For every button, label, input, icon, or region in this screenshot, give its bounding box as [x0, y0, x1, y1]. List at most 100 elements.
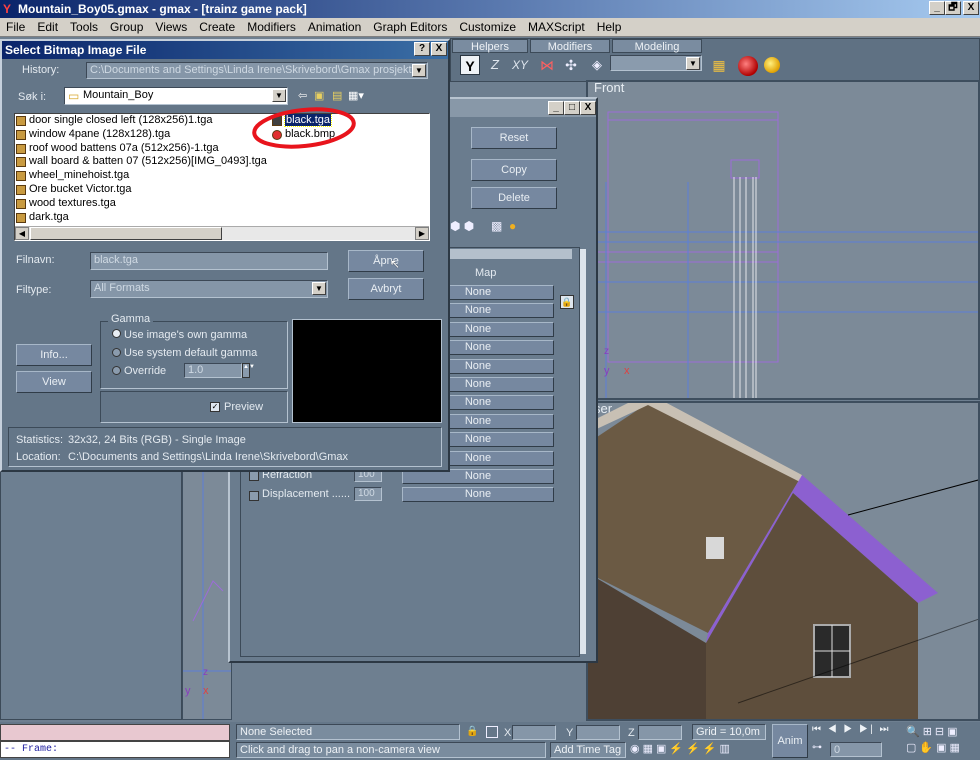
view-button[interactable]: View — [16, 371, 92, 393]
look-in-value: Mountain_Boy — [83, 89, 154, 101]
key-mode-icon[interactable]: ⊶ — [812, 742, 826, 756]
menu-maxscript[interactable]: MAXScript — [522, 18, 591, 35]
named-selection-dropdown[interactable]: ▼ — [610, 55, 702, 71]
menu-bar: File Edit Tools Group Views Create Modifiers An… — [0, 18, 980, 37]
maxscript-listener-pink[interactable] — [0, 724, 230, 741]
align-icon[interactable]: ✣ — [562, 56, 580, 74]
front-wireframe — [588, 111, 978, 398]
menu-views[interactable]: Views — [149, 18, 193, 35]
gamma-system-radio[interactable] — [112, 348, 121, 357]
file-item[interactable]: wall board & batten 07 (512x256)[IMG_049… — [15, 155, 271, 169]
front-viewport[interactable]: Front z y x — [586, 80, 980, 400]
gamma-override-radio[interactable] — [112, 366, 121, 375]
file-item[interactable]: Ore bucket Victor.tga — [15, 183, 271, 197]
file-name: dark.tga — [29, 210, 69, 223]
maxscript-listener-white[interactable]: -- Frame: — [0, 741, 230, 758]
paint-icon[interactable]: ◈ — [588, 56, 606, 74]
render-icon[interactable] — [764, 57, 780, 73]
delete-button[interactable]: Delete — [471, 187, 557, 209]
material-editor-icon[interactable] — [738, 56, 758, 76]
refraction-checkbox[interactable] — [249, 471, 259, 481]
current-frame-field[interactable]: 0 — [830, 742, 882, 757]
copy-button[interactable]: Copy — [471, 159, 557, 181]
left-viewport[interactable]: z y x — [182, 470, 232, 720]
file-name: wood textures.tga — [29, 196, 116, 209]
playback-controls[interactable]: ⏮ ◀ ▶ ▶| ⏭ — [812, 724, 908, 740]
axis-y-button[interactable]: Y — [460, 55, 480, 75]
menu-create[interactable]: Create — [193, 18, 241, 35]
add-time-tag[interactable]: Add Time Tag — [550, 742, 626, 758]
prompt-line: Click and drag to pan a non-camera view — [236, 742, 546, 758]
cancel-button[interactable]: Avbryt — [348, 278, 424, 300]
file-item[interactable]: door single closed left (128x256)1.tga — [15, 114, 271, 128]
axis-z-button[interactable]: Z — [485, 55, 505, 75]
new-folder-icon[interactable]: ▤ — [332, 89, 346, 103]
up-folder-icon[interactable]: ⇦ — [298, 89, 312, 103]
close-button[interactable]: X — [963, 1, 979, 15]
anim-button[interactable]: Anim — [772, 724, 808, 758]
gamma-override-input[interactable]: 1.0 — [184, 363, 242, 378]
x-coord-field[interactable] — [512, 725, 556, 740]
gamma-override-label: Override — [124, 365, 167, 377]
menu-tools[interactable]: Tools — [64, 18, 104, 35]
menu-edit[interactable]: Edit — [31, 18, 64, 35]
displacement-checkbox[interactable] — [249, 491, 259, 501]
file-list-hscrollbar[interactable]: ◀ ▶ — [15, 226, 429, 240]
mat-close-button[interactable]: X — [580, 101, 596, 115]
tab-helpers[interactable]: Helpers — [452, 39, 528, 53]
history-dropdown[interactable]: C:\Documents and Settings\Linda Irene\Sk… — [86, 62, 428, 79]
tab-modifiers[interactable]: Modifiers — [530, 39, 610, 53]
parent-folder-icon[interactable]: ▣ — [314, 89, 328, 103]
view-menu-icon[interactable]: ▦▾ — [348, 89, 370, 103]
user-viewport[interactable]: ser — [586, 401, 980, 721]
menu-help[interactable]: Help — [591, 18, 628, 35]
absolute-mode-icon[interactable] — [486, 726, 498, 738]
scroll-left-button[interactable]: ◀ — [15, 227, 29, 240]
z-coord-field[interactable] — [638, 725, 682, 740]
map-slot-button[interactable]: None — [402, 487, 554, 503]
menu-graph-editors[interactable]: Graph Editors — [367, 18, 453, 35]
snap-tool-icons[interactable]: ◉▦▣⚡⚡⚡▥ — [630, 742, 770, 758]
menu-file[interactable]: File — [0, 18, 31, 35]
menu-customize[interactable]: Customize — [453, 18, 522, 35]
filename-input[interactable]: black.tga — [90, 252, 328, 270]
select-bitmap-dialog: Select Bitmap Image File ? X History: C:… — [0, 39, 450, 472]
layers-icon[interactable]: ▦ — [710, 56, 728, 74]
gamma-own-radio[interactable] — [112, 329, 121, 338]
file-list[interactable]: door single closed left (128x256)1.tga wi… — [14, 113, 430, 241]
open-button[interactable]: Åpne — [348, 250, 424, 272]
menu-group[interactable]: Group — [104, 18, 149, 35]
scroll-thumb[interactable] — [30, 227, 222, 240]
mirror-icon[interactable]: ⋈ — [538, 56, 556, 74]
mat-min-button[interactable]: _ — [548, 101, 564, 115]
material-tool-icons[interactable]: ⬢ ⬢ ▩ ● — [450, 219, 560, 235]
axis-xy-button[interactable]: XY — [508, 55, 532, 75]
app-title: Mountain_Boy05.gmax - gmax - [trainz gam… — [18, 2, 307, 16]
menu-modifiers[interactable]: Modifiers — [241, 18, 302, 35]
selection-lock-icon[interactable]: 🔒 — [466, 726, 478, 738]
file-item[interactable]: roof wood battens 07a (512x256)-1.tga — [15, 142, 271, 156]
file-item[interactable]: wood textures.tga — [15, 197, 271, 211]
dialog-close-button[interactable]: X — [431, 42, 447, 56]
gamma-spinner[interactable]: ▲▼ — [242, 363, 255, 378]
file-item[interactable]: wheel_minehoist.tga — [15, 169, 271, 183]
minimize-button[interactable]: _ — [929, 1, 945, 15]
tab-modeling[interactable]: Modeling — [612, 39, 702, 53]
file-name: wheel_minehoist.tga — [29, 169, 130, 182]
file-item[interactable]: window 4pane (128x128).tga — [15, 128, 271, 142]
scroll-right-button[interactable]: ▶ — [415, 227, 429, 240]
dialog-help-button[interactable]: ? — [414, 42, 430, 56]
preview-checkbox[interactable]: ✓ — [210, 402, 220, 412]
lock-icon[interactable]: 🔒 — [560, 295, 574, 309]
reset-button[interactable]: Reset — [471, 127, 557, 149]
y-coord-field[interactable] — [576, 725, 620, 740]
info-button[interactable]: Info... — [16, 344, 92, 366]
displacement-amount[interactable]: 100 — [354, 487, 382, 501]
menu-animation[interactable]: Animation — [302, 18, 367, 35]
filetype-dropdown[interactable]: All Formats ▼ — [90, 280, 328, 298]
file-item[interactable]: dark.tga — [15, 211, 271, 225]
mat-max-button[interactable]: □ — [564, 101, 580, 115]
maximize-button[interactable]: 🗗 — [945, 1, 961, 15]
maps-scrollbar[interactable] — [580, 249, 586, 654]
viewport-nav-icons[interactable]: 🔍⊞⊟▣ ▢✋▣▦ — [906, 724, 980, 758]
